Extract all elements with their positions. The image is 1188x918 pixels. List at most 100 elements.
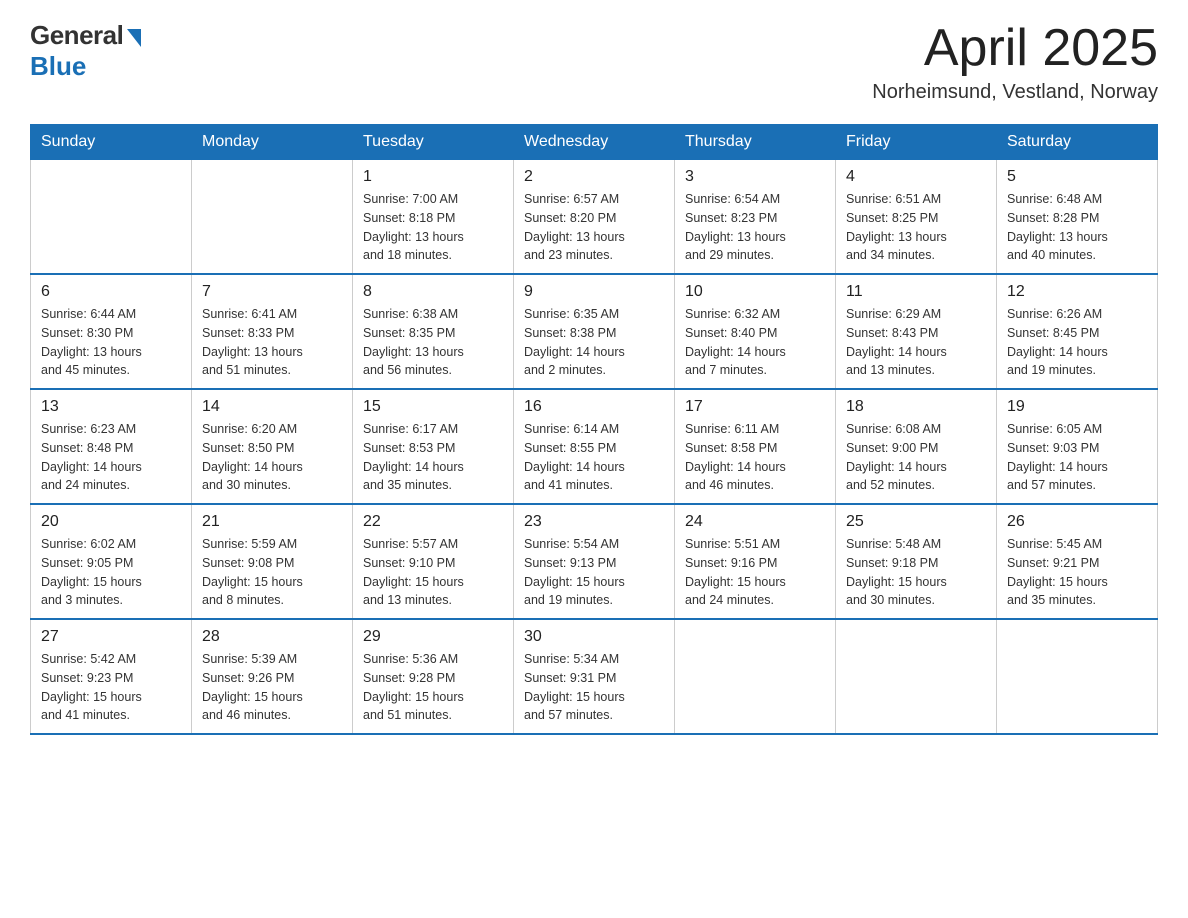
- logo-general-text: General: [30, 20, 123, 51]
- calendar-cell: 9 Sunrise: 6:35 AM Sunset: 8:38 PM Daylig…: [514, 274, 675, 389]
- day-info: Sunrise: 5:42 AM Sunset: 9:23 PM Dayligh…: [41, 650, 181, 725]
- day-info: Sunrise: 5:59 AM Sunset: 9:08 PM Dayligh…: [202, 535, 342, 610]
- day-number: 27: [41, 628, 181, 646]
- calendar-header-sunday: Sunday: [31, 125, 192, 160]
- calendar-header-thursday: Thursday: [675, 125, 836, 160]
- calendar-week-row: 27 Sunrise: 5:42 AM Sunset: 9:23 PM Dayli…: [31, 619, 1158, 734]
- day-number: 8: [363, 283, 503, 301]
- calendar-cell: 11Sunrise: 6:29 AM Sunset: 8:43 PM Dayli…: [836, 274, 997, 389]
- calendar-cell: 2 Sunrise: 6:57 AM Sunset: 8:20 PM Daylig…: [514, 160, 675, 275]
- calendar-week-row: 13 Sunrise: 6:23 AM Sunset: 8:48 PM Dayli…: [31, 389, 1158, 504]
- day-number: 10: [685, 283, 825, 301]
- logo-blue-text: Blue: [30, 51, 86, 82]
- day-info: Sunrise: 5:54 AM Sunset: 9:13 PM Dayligh…: [524, 535, 664, 610]
- day-info: Sunrise: 6:26 AM Sunset: 8:45 PM Dayligh…: [1007, 305, 1147, 380]
- day-info: Sunrise: 5:45 AM Sunset: 9:21 PM Dayligh…: [1007, 535, 1147, 610]
- calendar-cell: 3 Sunrise: 6:54 AM Sunset: 8:23 PM Daylig…: [675, 160, 836, 275]
- day-number: 1: [363, 168, 503, 186]
- calendar-cell: 5 Sunrise: 6:48 AM Sunset: 8:28 PM Daylig…: [997, 160, 1158, 275]
- calendar-week-row: 6 Sunrise: 6:44 AM Sunset: 8:30 PM Daylig…: [31, 274, 1158, 389]
- day-number: 30: [524, 628, 664, 646]
- day-info: Sunrise: 6:57 AM Sunset: 8:20 PM Dayligh…: [524, 190, 664, 265]
- calendar-cell: 17Sunrise: 6:11 AM Sunset: 8:58 PM Dayli…: [675, 389, 836, 504]
- day-info: Sunrise: 5:51 AM Sunset: 9:16 PM Dayligh…: [685, 535, 825, 610]
- day-info: Sunrise: 6:38 AM Sunset: 8:35 PM Dayligh…: [363, 305, 503, 380]
- day-number: 11: [846, 283, 986, 301]
- calendar-cell: 6 Sunrise: 6:44 AM Sunset: 8:30 PM Daylig…: [31, 274, 192, 389]
- calendar-cell: 29 Sunrise: 5:36 AM Sunset: 9:28 PM Dayli…: [353, 619, 514, 734]
- day-number: 12: [1007, 283, 1147, 301]
- day-number: 6: [41, 283, 181, 301]
- calendar-week-row: 1 Sunrise: 7:00 AM Sunset: 8:18 PM Daylig…: [31, 160, 1158, 275]
- day-info: Sunrise: 6:05 AM Sunset: 9:03 PM Dayligh…: [1007, 420, 1147, 495]
- calendar-cell: 7Sunrise: 6:41 AM Sunset: 8:33 PM Daylig…: [192, 274, 353, 389]
- day-number: 14: [202, 398, 342, 416]
- title-area: April 2025 Norheimsund, Vestland, Norway: [872, 20, 1158, 104]
- day-number: 15: [363, 398, 503, 416]
- calendar-cell: [31, 160, 192, 275]
- calendar-cell: 4 Sunrise: 6:51 AM Sunset: 8:25 PM Daylig…: [836, 160, 997, 275]
- calendar-cell: [675, 619, 836, 734]
- calendar-cell: 25Sunrise: 5:48 AM Sunset: 9:18 PM Dayli…: [836, 504, 997, 619]
- day-info: Sunrise: 6:35 AM Sunset: 8:38 PM Dayligh…: [524, 305, 664, 380]
- calendar-cell: 20Sunrise: 6:02 AM Sunset: 9:05 PM Dayli…: [31, 504, 192, 619]
- day-number: 24: [685, 513, 825, 531]
- calendar-cell: [836, 619, 997, 734]
- day-number: 9: [524, 283, 664, 301]
- day-info: Sunrise: 6:20 AM Sunset: 8:50 PM Dayligh…: [202, 420, 342, 495]
- calendar-cell: 10 Sunrise: 6:32 AM Sunset: 8:40 PM Dayli…: [675, 274, 836, 389]
- calendar-header-row: SundayMondayTuesdayWednesdayThursdayFrid…: [31, 125, 1158, 160]
- calendar-cell: 12 Sunrise: 6:26 AM Sunset: 8:45 PM Dayli…: [997, 274, 1158, 389]
- day-number: 20: [41, 513, 181, 531]
- day-number: 3: [685, 168, 825, 186]
- calendar-cell: 28Sunrise: 5:39 AM Sunset: 9:26 PM Dayli…: [192, 619, 353, 734]
- calendar-cell: 23Sunrise: 5:54 AM Sunset: 9:13 PM Dayli…: [514, 504, 675, 619]
- day-info: Sunrise: 6:44 AM Sunset: 8:30 PM Dayligh…: [41, 305, 181, 380]
- calendar-cell: 18Sunrise: 6:08 AM Sunset: 9:00 PM Dayli…: [836, 389, 997, 504]
- calendar-cell: 14 Sunrise: 6:20 AM Sunset: 8:50 PM Dayli…: [192, 389, 353, 504]
- location-subtitle: Norheimsund, Vestland, Norway: [872, 81, 1158, 104]
- day-number: 13: [41, 398, 181, 416]
- calendar-cell: 19 Sunrise: 6:05 AM Sunset: 9:03 PM Dayli…: [997, 389, 1158, 504]
- day-info: Sunrise: 6:54 AM Sunset: 8:23 PM Dayligh…: [685, 190, 825, 265]
- day-number: 22: [363, 513, 503, 531]
- day-info: Sunrise: 6:32 AM Sunset: 8:40 PM Dayligh…: [685, 305, 825, 380]
- day-info: Sunrise: 5:57 AM Sunset: 9:10 PM Dayligh…: [363, 535, 503, 610]
- day-number: 26: [1007, 513, 1147, 531]
- day-number: 29: [363, 628, 503, 646]
- day-info: Sunrise: 5:36 AM Sunset: 9:28 PM Dayligh…: [363, 650, 503, 725]
- day-info: Sunrise: 6:41 AM Sunset: 8:33 PM Dayligh…: [202, 305, 342, 380]
- calendar-header-tuesday: Tuesday: [353, 125, 514, 160]
- day-number: 19: [1007, 398, 1147, 416]
- day-info: Sunrise: 7:00 AM Sunset: 8:18 PM Dayligh…: [363, 190, 503, 265]
- day-number: 5: [1007, 168, 1147, 186]
- day-number: 17: [685, 398, 825, 416]
- calendar-cell: [997, 619, 1158, 734]
- month-title: April 2025: [872, 20, 1158, 77]
- day-info: Sunrise: 5:39 AM Sunset: 9:26 PM Dayligh…: [202, 650, 342, 725]
- calendar-header-wednesday: Wednesday: [514, 125, 675, 160]
- day-info: Sunrise: 6:17 AM Sunset: 8:53 PM Dayligh…: [363, 420, 503, 495]
- calendar-cell: 30Sunrise: 5:34 AM Sunset: 9:31 PM Dayli…: [514, 619, 675, 734]
- day-info: Sunrise: 6:23 AM Sunset: 8:48 PM Dayligh…: [41, 420, 181, 495]
- logo-arrow-icon: [127, 29, 141, 47]
- page-header: General Blue April 2025 Norheimsund, Ves…: [30, 20, 1158, 104]
- day-number: 16: [524, 398, 664, 416]
- calendar-cell: 27 Sunrise: 5:42 AM Sunset: 9:23 PM Dayli…: [31, 619, 192, 734]
- calendar-cell: 22 Sunrise: 5:57 AM Sunset: 9:10 PM Dayli…: [353, 504, 514, 619]
- calendar-cell: 24 Sunrise: 5:51 AM Sunset: 9:16 PM Dayli…: [675, 504, 836, 619]
- calendar-cell: 8 Sunrise: 6:38 AM Sunset: 8:35 PM Daylig…: [353, 274, 514, 389]
- calendar-cell: 16 Sunrise: 6:14 AM Sunset: 8:55 PM Dayli…: [514, 389, 675, 504]
- day-number: 21: [202, 513, 342, 531]
- day-number: 4: [846, 168, 986, 186]
- calendar-cell: 15 Sunrise: 6:17 AM Sunset: 8:53 PM Dayli…: [353, 389, 514, 504]
- day-info: Sunrise: 6:48 AM Sunset: 8:28 PM Dayligh…: [1007, 190, 1147, 265]
- day-number: 25: [846, 513, 986, 531]
- calendar-cell: 1 Sunrise: 7:00 AM Sunset: 8:18 PM Daylig…: [353, 160, 514, 275]
- calendar-cell: [192, 160, 353, 275]
- day-number: 2: [524, 168, 664, 186]
- calendar-table: SundayMondayTuesdayWednesdayThursdayFrid…: [30, 124, 1158, 735]
- logo: General Blue: [30, 20, 141, 82]
- day-info: Sunrise: 6:51 AM Sunset: 8:25 PM Dayligh…: [846, 190, 986, 265]
- day-info: Sunrise: 6:14 AM Sunset: 8:55 PM Dayligh…: [524, 420, 664, 495]
